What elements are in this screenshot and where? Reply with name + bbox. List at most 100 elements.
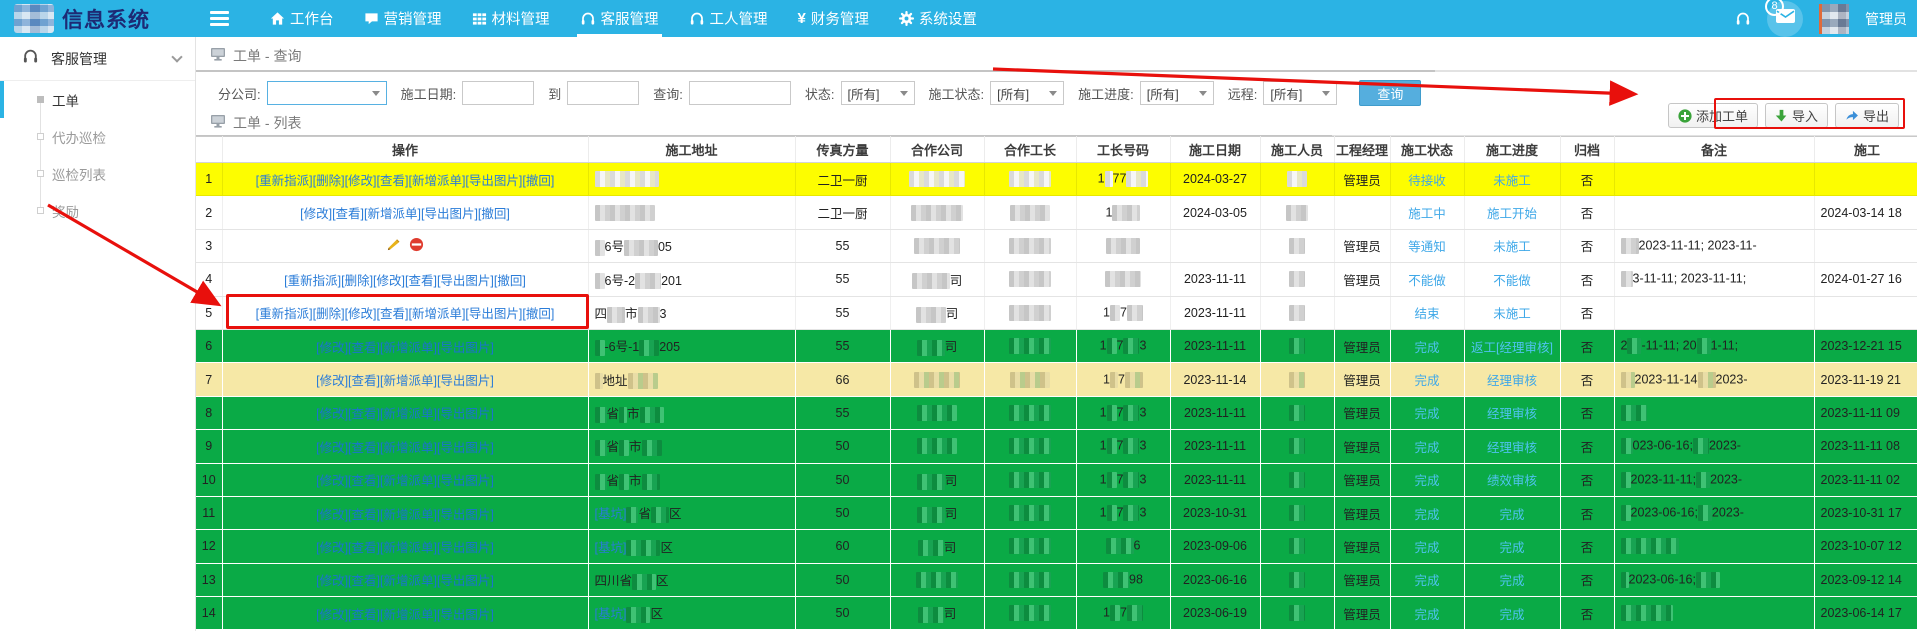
op-link[interactable]: [删除] — [313, 307, 345, 321]
sidebar-item-1[interactable]: 工单 — [0, 81, 195, 118]
nav-item-5[interactable]: 工人管理 — [674, 0, 783, 37]
op-link[interactable]: [查看] — [405, 274, 437, 288]
op-link[interactable]: [修改] — [300, 207, 332, 221]
construction-status-select[interactable]: [所有] — [990, 81, 1065, 105]
nav-item-2[interactable]: 营销管理 — [349, 0, 457, 37]
pencil-icon[interactable] — [386, 237, 401, 252]
date-from-input[interactable] — [462, 81, 535, 105]
op-link[interactable]: [修改] — [373, 274, 405, 288]
status-link[interactable]: 施工中 — [1408, 207, 1446, 221]
progress-link[interactable]: 经理审核 — [1487, 441, 1537, 455]
op-link[interactable]: [查看] — [348, 407, 380, 421]
status-link[interactable]: 不能做 — [1408, 274, 1446, 288]
op-link[interactable]: [新增派单] — [380, 508, 437, 522]
op-link[interactable]: [新增派单] — [380, 608, 437, 622]
op-link[interactable]: [修改] — [316, 574, 348, 588]
status-link[interactable]: 待接收 — [1408, 174, 1446, 188]
status-link[interactable]: 完成 — [1414, 508, 1439, 522]
op-link[interactable]: [修改] — [316, 374, 348, 388]
op-link[interactable]: [新增派单] — [380, 574, 437, 588]
op-link[interactable]: [导出图片] — [437, 474, 494, 488]
op-link[interactable]: [修改] — [316, 441, 348, 455]
op-link[interactable]: [导出图片] — [437, 508, 494, 522]
nav-item-7[interactable]: 系统设置 — [884, 0, 992, 37]
sidebar-item-3[interactable]: 巡检列表 — [0, 155, 195, 192]
op-link[interactable]: [重新指派] — [256, 307, 313, 321]
progress-link[interactable]: 完成 — [1499, 608, 1524, 622]
nav-item-6[interactable]: ¥ 财务管理 — [783, 0, 884, 37]
op-link[interactable]: [查看] — [348, 508, 380, 522]
progress-link[interactable]: 返工[经理审核] — [1471, 341, 1553, 355]
op-link[interactable]: [重新指派] — [284, 274, 341, 288]
progress-link[interactable]: 完成 — [1499, 508, 1524, 522]
op-link[interactable]: [修改] — [316, 541, 348, 555]
op-link[interactable]: [新增派单] — [408, 174, 465, 188]
op-link[interactable]: [新增派单] — [364, 207, 421, 221]
op-link[interactable]: [查看] — [348, 474, 380, 488]
toolbar-button-1[interactable]: 添加工单 — [1667, 103, 1758, 128]
op-link[interactable]: [导出图片] — [437, 541, 494, 555]
op-link[interactable]: [撤回] — [478, 207, 510, 221]
op-link[interactable]: [导出图片] — [421, 207, 478, 221]
op-link[interactable]: [修改] — [345, 307, 377, 321]
nav-item-3[interactable]: 材料管理 — [457, 0, 565, 37]
op-link[interactable]: [导出图片] — [465, 174, 522, 188]
op-link[interactable]: [导出图片] — [437, 374, 494, 388]
status-link[interactable]: 完成 — [1414, 474, 1439, 488]
op-link[interactable]: [导出图片] — [437, 341, 494, 355]
progress-link[interactable]: 施工开始 — [1487, 207, 1537, 221]
progress-select[interactable]: [所有] — [1139, 81, 1214, 105]
op-link[interactable]: [删除] — [313, 174, 345, 188]
remote-select[interactable]: [所有] — [1263, 81, 1338, 105]
op-link[interactable]: [查看] — [377, 307, 409, 321]
op-link[interactable]: [查看] — [348, 374, 380, 388]
op-link[interactable]: [新增派单] — [380, 541, 437, 555]
toolbar-button-3[interactable]: 导出 — [1834, 103, 1899, 128]
toolbar-button-2[interactable]: 导入 — [1764, 103, 1828, 128]
status-link[interactable]: 完成 — [1414, 608, 1439, 622]
op-link[interactable]: [导出图片] — [437, 608, 494, 622]
op-link[interactable]: [重新指派] — [256, 174, 313, 188]
op-link[interactable]: [查看] — [348, 574, 380, 588]
status-select[interactable]: [所有] — [840, 81, 915, 105]
sidebar-item-2[interactable]: 代办巡检 — [0, 118, 195, 155]
op-link[interactable]: [导出图片] — [437, 441, 494, 455]
op-link[interactable]: [查看] — [348, 608, 380, 622]
status-link[interactable]: 结束 — [1414, 307, 1439, 321]
op-link[interactable]: [新增派单] — [380, 474, 437, 488]
op-link[interactable]: [导出图片] — [437, 274, 494, 288]
forbidden-icon[interactable] — [409, 237, 424, 252]
query-button[interactable]: 查询 — [1359, 80, 1422, 106]
search-input[interactable] — [688, 81, 791, 105]
status-link[interactable]: 完成 — [1414, 341, 1439, 355]
op-link[interactable]: [查看] — [348, 341, 380, 355]
nav-item-4[interactable]: 客服管理 — [565, 0, 674, 37]
op-link[interactable]: [撤回] — [522, 174, 554, 188]
company-select[interactable] — [266, 81, 387, 105]
status-link[interactable]: 完成 — [1414, 441, 1439, 455]
op-link[interactable]: [修改] — [316, 341, 348, 355]
progress-link[interactable]: 未施工 — [1493, 240, 1531, 254]
progress-link[interactable]: 未施工 — [1493, 307, 1531, 321]
op-link[interactable]: [修改] — [316, 508, 348, 522]
op-link[interactable]: [新增派单] — [380, 341, 437, 355]
op-link[interactable]: [撤回] — [494, 274, 526, 288]
op-link[interactable]: [导出图片] — [465, 307, 522, 321]
op-link[interactable]: [导出图片] — [437, 407, 494, 421]
sidebar-item-4[interactable]: 奖励 — [0, 192, 195, 229]
op-link[interactable]: [修改] — [316, 608, 348, 622]
status-link[interactable]: 完成 — [1414, 407, 1439, 421]
status-link[interactable]: 完成 — [1414, 374, 1439, 388]
avatar[interactable] — [1819, 3, 1849, 34]
op-link[interactable]: [新增派单] — [380, 407, 437, 421]
status-link[interactable]: 完成 — [1414, 541, 1439, 555]
progress-link[interactable]: 完成 — [1499, 574, 1524, 588]
progress-link[interactable]: 未施工 — [1493, 174, 1531, 188]
op-link[interactable]: [修改] — [345, 174, 377, 188]
progress-link[interactable]: 绩效审核 — [1487, 474, 1537, 488]
op-link[interactable]: [查看] — [348, 541, 380, 555]
progress-link[interactable]: 经理审核 — [1487, 374, 1537, 388]
progress-link[interactable]: 经理审核 — [1487, 407, 1537, 421]
op-link[interactable]: [新增派单] — [380, 374, 437, 388]
date-to-input[interactable] — [567, 81, 640, 105]
